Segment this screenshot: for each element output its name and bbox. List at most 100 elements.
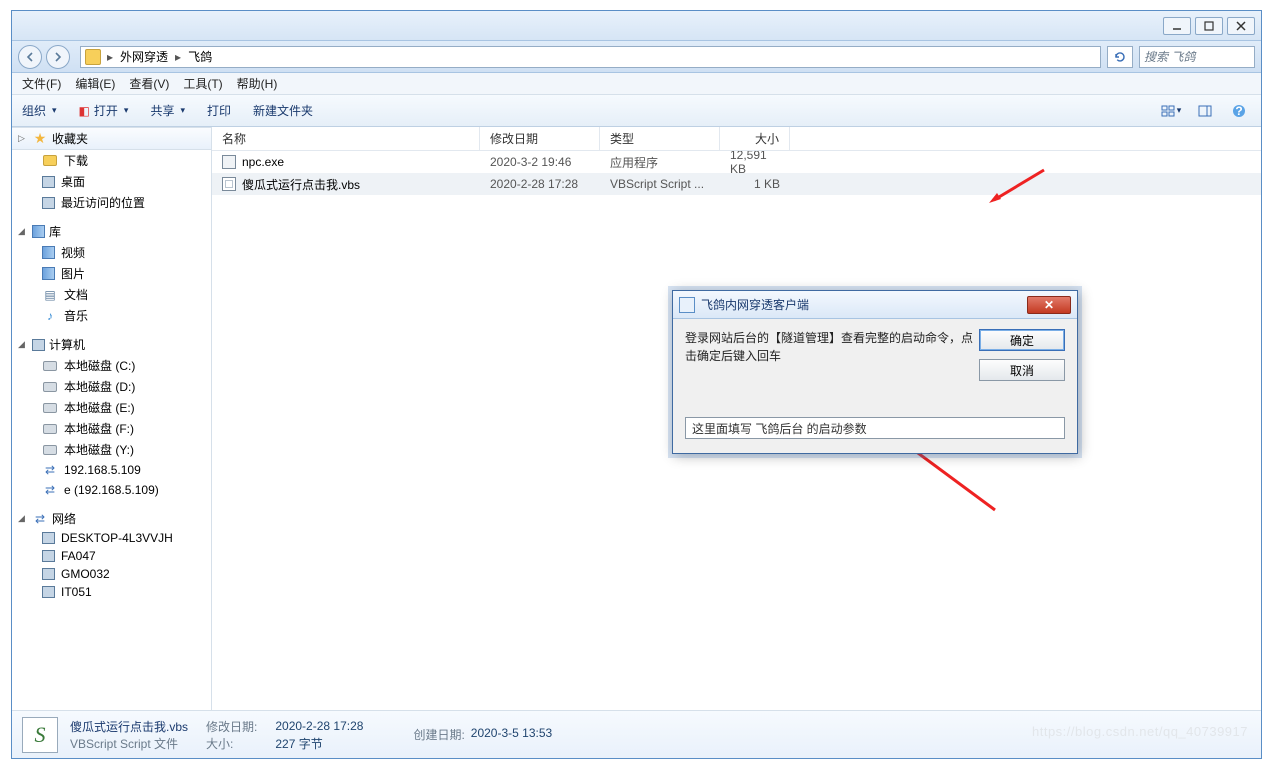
sidebar-item-disk-f[interactable]: 本地磁盘 (F:) <box>12 418 211 439</box>
sidebar-item-recent[interactable]: 最近访问的位置 <box>12 192 211 213</box>
tool-print[interactable]: 打印 <box>207 102 231 119</box>
sidebar-item-disk-d[interactable]: 本地磁盘 (D:) <box>12 376 211 397</box>
column-headers: 名称 修改日期 类型 大小 <box>212 127 1261 151</box>
vbs-icon <box>222 177 236 191</box>
desktop-icon <box>42 176 55 188</box>
folder-icon <box>43 155 57 166</box>
library-icon <box>32 225 45 238</box>
ok-button[interactable]: 确定 <box>979 329 1065 351</box>
sidebar-label: 收藏夹 <box>52 130 88 147</box>
input-dialog: 飞鸽内网穿透客户端 ✕ 登录网站后台的【隧道管理】查看完整的启动命令，点击确定后… <box>672 290 1078 454</box>
minimize-button[interactable] <box>1163 17 1191 35</box>
menu-tools[interactable]: 工具(T) <box>183 75 222 92</box>
collapse-icon: ◢ <box>18 513 28 524</box>
menu-edit[interactable]: 编辑(E) <box>75 75 115 92</box>
sidebar-libraries-header[interactable]: ◢ 库 <box>12 221 211 242</box>
col-type[interactable]: 类型 <box>600 127 720 150</box>
detail-created-value: 2020-3-5 13:53 <box>471 726 552 743</box>
collapse-icon: ◢ <box>18 226 28 237</box>
detail-filename: 傻瓜式运行点击我.vbs <box>70 718 188 735</box>
dialog-message: 登录网站后台的【隧道管理】查看完整的启动命令，点击确定后键入回车 <box>685 329 979 381</box>
back-button[interactable] <box>18 45 42 69</box>
menubar: 文件(F) 编辑(E) 查看(V) 工具(T) 帮助(H) <box>12 73 1261 95</box>
preview-pane-button[interactable] <box>1193 100 1217 122</box>
sidebar-item-network-pc[interactable]: FA047 <box>12 547 211 565</box>
addressbar: ▸ 外网穿透 ▸ 飞鸽 搜索 飞鸽 <box>12 41 1261 73</box>
disk-icon <box>43 361 57 371</box>
star-icon: ★ <box>32 131 48 147</box>
sidebar-label: 库 <box>49 223 61 240</box>
sidebar-favorites-header[interactable]: ▷ ★ 收藏夹 <box>12 127 211 150</box>
sidebar-item-disk-c[interactable]: 本地磁盘 (C:) <box>12 355 211 376</box>
breadcrumb-segment[interactable]: 外网穿透 <box>115 47 173 67</box>
sidebar-item-pictures[interactable]: 图片 <box>12 263 211 284</box>
tool-share[interactable]: 共享 <box>150 102 185 119</box>
exe-icon <box>222 155 236 169</box>
view-options-button[interactable] <box>1159 100 1183 122</box>
detail-size-value: 227 字节 <box>275 735 363 752</box>
detail-created-label: 创建日期: <box>413 726 464 743</box>
chevron-right-icon: ▸ <box>173 50 183 64</box>
sidebar-label: 网络 <box>52 510 76 527</box>
menu-help[interactable]: 帮助(H) <box>237 75 278 92</box>
col-name[interactable]: 名称 <box>212 127 480 150</box>
close-button[interactable] <box>1227 17 1255 35</box>
file-row[interactable]: 傻瓜式运行点击我.vbs 2020-2-28 17:28 VBScript Sc… <box>212 173 1261 195</box>
sidebar-item-videos[interactable]: 视频 <box>12 242 211 263</box>
tool-new-folder[interactable]: 新建文件夹 <box>253 102 313 119</box>
recent-icon <box>42 197 55 209</box>
detail-mod-label: 修改日期: <box>206 718 257 735</box>
sidebar-item-downloads[interactable]: 下载 <box>12 150 211 171</box>
collapse-icon: ◢ <box>18 339 28 350</box>
sidebar-item-desktop[interactable]: 桌面 <box>12 171 211 192</box>
menu-file[interactable]: 文件(F) <box>22 75 61 92</box>
folder-icon <box>85 49 101 65</box>
file-row[interactable]: npc.exe 2020-3-2 19:46 应用程序 12,591 KB <box>212 151 1261 173</box>
sidebar-network-header[interactable]: ◢ ⇄ 网络 <box>12 508 211 529</box>
sidebar-item-network-drive[interactable]: ⇄192.168.5.109 <box>12 460 211 480</box>
detail-mod-value: 2020-2-28 17:28 <box>275 719 363 733</box>
search-input[interactable]: 搜索 飞鸽 <box>1139 46 1255 68</box>
sidebar-computer-header[interactable]: ◢ 计算机 <box>12 334 211 355</box>
picture-icon <box>42 267 55 280</box>
tool-organize[interactable]: 组织 <box>22 102 57 119</box>
sidebar: ▷ ★ 收藏夹 下载 桌面 最近访问的位置 ◢ 库 视频 图片 ▤文档 ♪音乐 <box>12 127 212 710</box>
menu-view[interactable]: 查看(V) <box>129 75 169 92</box>
music-icon: ♪ <box>42 308 58 324</box>
disk-icon <box>43 382 57 392</box>
disk-icon <box>43 424 57 434</box>
sidebar-item-disk-y[interactable]: 本地磁盘 (Y:) <box>12 439 211 460</box>
sidebar-item-network-drive[interactable]: ⇄e (192.168.5.109) <box>12 480 211 500</box>
expand-icon: ▷ <box>18 133 28 144</box>
maximize-button[interactable] <box>1195 17 1223 35</box>
disk-icon <box>43 445 57 455</box>
pc-icon <box>42 532 55 544</box>
col-date[interactable]: 修改日期 <box>480 127 600 150</box>
dialog-title: 飞鸽内网穿透客户端 <box>701 296 1027 313</box>
sidebar-item-music[interactable]: ♪音乐 <box>12 305 211 326</box>
file-type-icon: S <box>22 717 58 753</box>
search-placeholder: 搜索 飞鸽 <box>1144 48 1195 65</box>
pc-icon <box>42 568 55 580</box>
sidebar-item-documents[interactable]: ▤文档 <box>12 284 211 305</box>
sidebar-item-disk-e[interactable]: 本地磁盘 (E:) <box>12 397 211 418</box>
network-icon: ⇄ <box>32 511 48 527</box>
dialog-close-button[interactable]: ✕ <box>1027 296 1071 314</box>
cancel-button[interactable]: 取消 <box>979 359 1065 381</box>
dialog-input[interactable]: 这里面填写 飞鸽后台 的启动参数 <box>685 417 1065 439</box>
help-button[interactable]: ? <box>1227 100 1251 122</box>
breadcrumb-segment[interactable]: 飞鸽 <box>183 47 217 67</box>
col-size[interactable]: 大小 <box>720 127 790 150</box>
svg-text:?: ? <box>1235 104 1242 118</box>
detail-sub: VBScript Script 文件 <box>70 735 188 752</box>
sidebar-item-network-pc[interactable]: GMO032 <box>12 565 211 583</box>
video-icon <box>42 246 55 259</box>
tool-open[interactable]: ◧打开 <box>79 102 129 119</box>
refresh-button[interactable] <box>1107 46 1133 68</box>
sidebar-item-network-pc[interactable]: IT051 <box>12 583 211 601</box>
pc-icon <box>42 550 55 562</box>
pc-icon <box>42 586 55 598</box>
breadcrumb[interactable]: ▸ 外网穿透 ▸ 飞鸽 <box>80 46 1101 68</box>
sidebar-item-network-pc[interactable]: DESKTOP-4L3VVJH <box>12 529 211 547</box>
forward-button[interactable] <box>46 45 70 69</box>
